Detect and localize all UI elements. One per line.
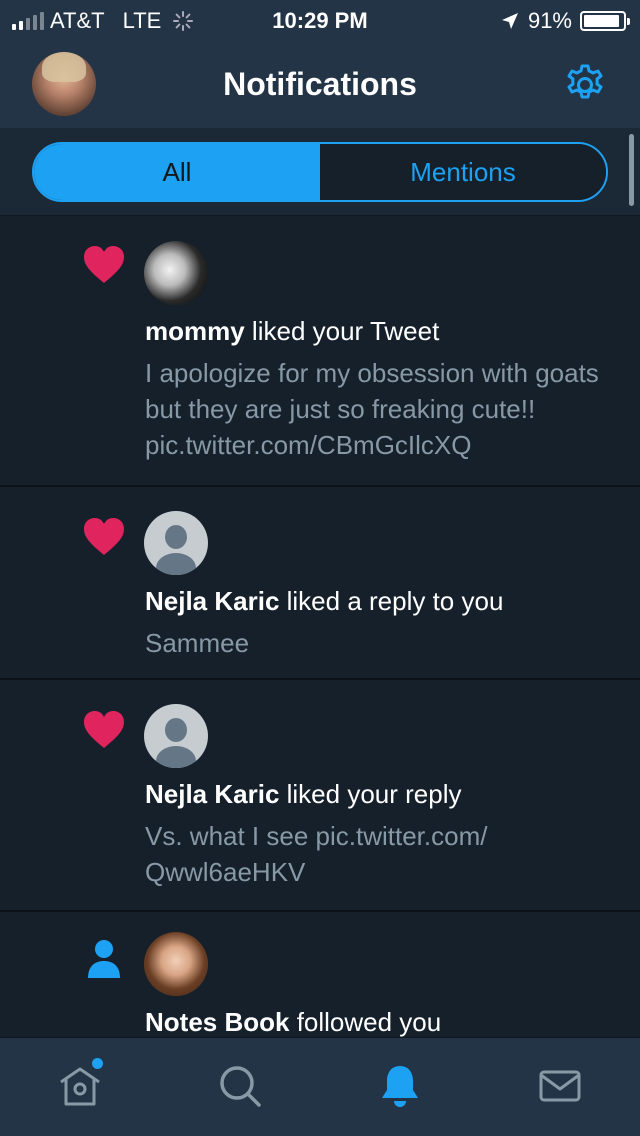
user-name[interactable]: Nejla Karic xyxy=(145,779,279,809)
notification-title: Notes Book followed you xyxy=(145,1004,620,1037)
notification-action: liked your reply xyxy=(279,779,462,809)
segment-area: All Mentions xyxy=(0,128,640,216)
notification-title: Nejla Karic liked your reply xyxy=(145,776,620,812)
notification-text: mommy liked your Tweet I apologize for m… xyxy=(145,313,620,463)
home-icon[interactable] xyxy=(56,1062,104,1110)
notification-feed[interactable]: mommy liked your Tweet I apologize for m… xyxy=(0,217,640,1037)
notification-action: followed you xyxy=(289,1007,442,1037)
page-title: Notifications xyxy=(223,66,417,102)
avatar[interactable] xyxy=(144,241,208,305)
heart-icon xyxy=(84,246,124,283)
notification-item[interactable]: Nejla Karic liked a reply to you Sammee xyxy=(0,487,640,680)
scrollbar[interactable] xyxy=(629,134,634,206)
notification-title: Nejla Karic liked a reply to you xyxy=(145,583,620,619)
notification-item[interactable]: Notes Book followed you xyxy=(0,912,640,1037)
nav-bar: Notifications xyxy=(0,40,640,128)
notification-text: Nejla Karic liked a reply to you Sammee xyxy=(145,583,620,661)
avatar[interactable] xyxy=(144,511,208,575)
person-icon xyxy=(88,940,120,978)
battery-fill xyxy=(584,15,619,27)
avatar[interactable] xyxy=(144,704,208,768)
location-arrow-icon xyxy=(501,13,518,29)
status-bar: AT&T LTE 10:29 PM 91% xyxy=(0,0,640,40)
notification-text: Nejla Karic liked your reply Vs. what I … xyxy=(145,776,620,890)
notification-text: Notes Book followed you xyxy=(145,1004,620,1037)
tweet-preview: I apologize for my obsession with goats … xyxy=(145,358,599,460)
tweet-preview: Sammee xyxy=(145,628,250,658)
battery-percent: 91% xyxy=(527,8,572,33)
battery-icon xyxy=(580,11,630,31)
tab-all[interactable]: All xyxy=(34,144,320,200)
tab-bar xyxy=(0,1037,640,1136)
user-name[interactable]: mommy xyxy=(145,316,245,346)
search-icon[interactable] xyxy=(216,1062,264,1110)
user-name[interactable]: Nejla Karic xyxy=(145,586,279,616)
mail-icon[interactable] xyxy=(536,1062,584,1110)
gear-icon[interactable] xyxy=(562,62,608,108)
notification-title: mommy liked your Tweet xyxy=(145,313,620,349)
notification-item[interactable]: mommy liked your Tweet I apologize for m… xyxy=(0,217,640,487)
tweet-preview: Vs. what I see pic.twitter.com/ Qwwl6aeH… xyxy=(145,821,488,887)
tab-mentions[interactable]: Mentions xyxy=(320,144,606,200)
heart-icon xyxy=(84,711,124,748)
status-right: 91% xyxy=(500,8,630,34)
avatar[interactable] xyxy=(144,932,208,996)
heart-icon xyxy=(84,518,124,555)
notification-action: liked a reply to you xyxy=(279,586,504,616)
notification-item[interactable]: Nejla Karic liked your reply Vs. what I … xyxy=(0,680,640,912)
user-name[interactable]: Notes Book xyxy=(145,1007,289,1037)
bell-icon[interactable] xyxy=(376,1062,424,1110)
home-badge xyxy=(92,1058,103,1069)
notification-filter: All Mentions xyxy=(32,142,608,202)
notification-action: liked your Tweet xyxy=(244,316,440,346)
